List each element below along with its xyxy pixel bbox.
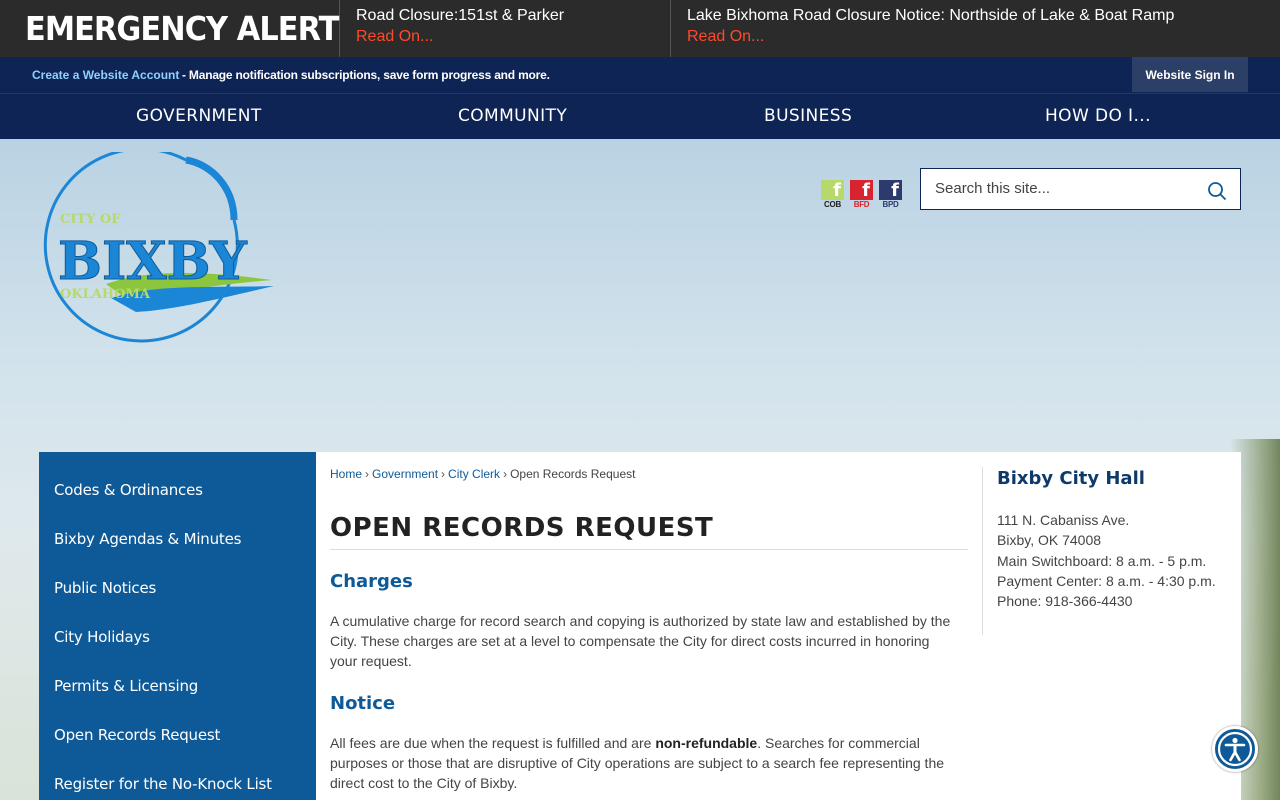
search-box bbox=[920, 168, 1241, 210]
city-logo[interactable]: CITY OF BIXBY OKLAHOMA bbox=[36, 152, 278, 356]
account-bar: Create a Website Account - Manage notifi… bbox=[0, 57, 1280, 93]
sidebar-item-codes[interactable]: Codes & Ordinances bbox=[54, 481, 203, 499]
main-content: Home › Government › City Clerk › Open Records … bbox=[316, 452, 1241, 800]
nav-community[interactable]: COMMUNITY bbox=[458, 106, 567, 126]
notice-text: All fees are due when the request is ful… bbox=[330, 735, 945, 791]
emergency-alert-brand: EMERGENCY ALERT bbox=[0, 0, 340, 57]
breadcrumb-government[interactable]: Government bbox=[372, 467, 438, 481]
svg-text:CITY OF: CITY OF bbox=[60, 212, 121, 227]
alert-title[interactable]: Lake Bixhoma Road Closure Notice: Norths… bbox=[687, 6, 1280, 26]
sidebar-item-public-notices[interactable]: Public Notices bbox=[54, 579, 156, 597]
facebook-bpd-icon[interactable]: f BPD bbox=[879, 180, 902, 209]
city-hall-title: Bixby City Hall bbox=[997, 468, 1145, 489]
main-nav: GOVERNMENT COMMUNITY BUSINESS HOW DO I..… bbox=[0, 93, 1280, 139]
breadcrumb: Home › Government › City Clerk › Open Records … bbox=[330, 467, 636, 481]
breadcrumb-current: Open Records Request bbox=[510, 467, 636, 481]
account-description: - Manage notification subscriptions, sav… bbox=[182, 68, 550, 82]
breadcrumb-home[interactable]: Home bbox=[330, 467, 362, 481]
switchboard-hours: Main Switchboard: 8 a.m. - 5 p.m. bbox=[997, 552, 1207, 569]
nav-business[interactable]: BUSINESS bbox=[764, 106, 852, 126]
alert-read-on-link[interactable]: Read On... bbox=[356, 26, 670, 48]
emergency-alert-title: EMERGENCY ALERT bbox=[25, 9, 339, 48]
accessibility-button[interactable] bbox=[1212, 726, 1258, 772]
nav-how-do-i[interactable]: HOW DO I... bbox=[1045, 106, 1151, 126]
address-line: Bixby, OK 74008 bbox=[997, 532, 1102, 549]
breadcrumb-city-clerk[interactable]: City Clerk bbox=[448, 467, 500, 481]
nav-government[interactable]: GOVERNMENT bbox=[136, 106, 262, 126]
sidebar-item-permits[interactable]: Permits & Licensing bbox=[54, 677, 198, 695]
accessibility-icon bbox=[1217, 731, 1253, 767]
alert-title[interactable]: Road Closure:151st & Parker bbox=[356, 6, 670, 26]
facebook-bfd-icon[interactable]: f BFD bbox=[850, 180, 873, 209]
phone-number: Phone: 918-366-4430 bbox=[997, 593, 1133, 610]
create-account-link[interactable]: Create a Website Account bbox=[32, 68, 179, 82]
svg-text:BIXBY: BIXBY bbox=[58, 231, 248, 292]
search-icon[interactable] bbox=[1207, 181, 1227, 201]
section-heading-notice: Notice bbox=[330, 693, 396, 714]
sidebar-item-open-records[interactable]: Open Records Request bbox=[54, 726, 220, 744]
address-line: 111 N. Cabaniss Ave. bbox=[997, 512, 1130, 528]
alert-read-on-link[interactable]: Read On... bbox=[687, 26, 1280, 48]
alert-item[interactable]: Road Closure:151st & Parker Read On... bbox=[340, 0, 671, 57]
sign-in-button[interactable]: Website Sign In bbox=[1132, 57, 1248, 92]
emergency-alert-bar: EMERGENCY ALERT Road Closure:151st & Par… bbox=[0, 0, 1280, 57]
sidebar-item-holidays[interactable]: City Holidays bbox=[54, 628, 150, 646]
sidebar-nav: Codes & Ordinances Bixby Agendas & Minut… bbox=[39, 452, 316, 800]
search-input[interactable] bbox=[935, 180, 1195, 197]
payment-center-hours: Payment Center: 8 a.m. - 4:30 p.m. bbox=[997, 572, 1216, 589]
social-links: f COB f BFD f BPD bbox=[821, 180, 902, 209]
content-divider bbox=[982, 467, 983, 635]
page-title: OPEN RECORDS REQUEST bbox=[330, 513, 968, 550]
svg-text:OKLAHOMA: OKLAHOMA bbox=[60, 287, 151, 302]
section-heading-charges: Charges bbox=[330, 571, 413, 592]
facebook-cob-icon[interactable]: f COB bbox=[821, 180, 844, 209]
alert-item[interactable]: Lake Bixhoma Road Closure Notice: Norths… bbox=[671, 0, 1280, 57]
city-hall-address: 111 N. Cabaniss Ave. Bixby, OK 74008 Mai… bbox=[997, 510, 1216, 611]
sidebar-item-no-knock[interactable]: Register for the No-Knock List bbox=[54, 775, 272, 793]
sidebar-item-agendas[interactable]: Bixby Agendas & Minutes bbox=[54, 530, 241, 548]
charges-text: A cumulative charge for record search an… bbox=[330, 613, 951, 669]
